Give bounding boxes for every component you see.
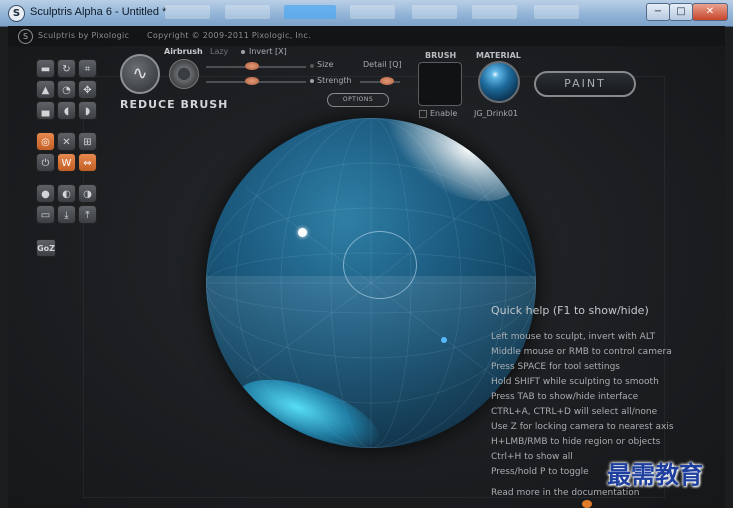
- title-bar[interactable]: S Sculptris Alpha 6 - Untitled * − □ ✕: [0, 0, 733, 27]
- crop-tool-icon[interactable]: ⌗: [78, 59, 97, 78]
- size-slider-knob[interactable]: [245, 62, 259, 70]
- status-indicator: [582, 500, 592, 508]
- airbrush-label: Airbrush: [164, 47, 203, 56]
- material-section-title: MATERIAL: [476, 51, 521, 60]
- quick-help-line: Press SPACE for tool settings: [491, 362, 620, 372]
- maximize-button[interactable]: □: [669, 3, 693, 21]
- sphere-tool-icon[interactable]: ●: [36, 184, 55, 203]
- blue-glint: [441, 337, 447, 343]
- quick-help-line: Use Z for locking camera to nearest axis: [491, 422, 674, 432]
- detail-label: Detail [Q]: [363, 60, 402, 69]
- taskbar-tab[interactable]: [412, 5, 457, 19]
- options-button[interactable]: OPTIONS: [327, 93, 389, 107]
- sculpt-sphere[interactable]: [206, 118, 536, 448]
- grab-tool-icon[interactable]: ◗: [78, 101, 97, 120]
- save-file-icon[interactable]: ⤓: [57, 205, 76, 224]
- wireframe-tool-icon[interactable]: W: [57, 153, 76, 172]
- quick-help-title: Quick help (F1 to show/hide): [491, 304, 649, 317]
- detail-slider-knob[interactable]: [380, 77, 394, 85]
- strength-slider-knob[interactable]: [245, 77, 259, 85]
- paint-button[interactable]: PAINT: [534, 71, 636, 97]
- minimize-button[interactable]: −: [646, 3, 670, 21]
- pinch-tool-icon[interactable]: ◔: [57, 80, 76, 99]
- goz-button[interactable]: GoZ: [36, 239, 56, 257]
- material-preview[interactable]: [478, 61, 520, 103]
- grid-tool-icon[interactable]: ⊞: [78, 132, 97, 151]
- quick-help-line: CTRL+A, CTRL+D will select all/none: [491, 407, 658, 417]
- camera-tool-icon[interactable]: ◑: [78, 184, 97, 203]
- brush-section-title: BRUSH: [425, 51, 457, 60]
- app-window: S Sculptris Alpha 6 - Untitled * − □ ✕ S…: [0, 0, 733, 508]
- size-label: Size: [317, 60, 334, 69]
- taskbar-tab[interactable]: [534, 5, 579, 19]
- inflate-tool-icon[interactable]: ▲: [36, 80, 55, 99]
- invert-bullet: [241, 50, 245, 54]
- pixologic-logo-icon: S: [18, 29, 33, 44]
- quick-help-line: Press TAB to show/hide interface: [491, 392, 639, 402]
- invert-toggle[interactable]: Invert [X]: [249, 47, 287, 56]
- quick-help-line: Hold SHIFT while sculpting to smooth: [491, 377, 659, 387]
- open-file-icon[interactable]: ▭: [36, 205, 55, 224]
- taskbar-tab[interactable]: [472, 5, 517, 19]
- quick-help-line: H+LMB/RMB to hide region or objects: [491, 437, 661, 447]
- quick-help-line: Middle mouse or RMB to control camera: [491, 347, 672, 357]
- brush-name: REDUCE BRUSH: [120, 98, 229, 111]
- copyright-text: Copyright © 2009-2011 Pixologic, Inc.: [147, 31, 311, 40]
- smooth-tool-icon[interactable]: ◖: [57, 101, 76, 120]
- specular-dot: [298, 228, 307, 237]
- brand-text: Sculptris by Pixologic: [38, 31, 130, 40]
- move-tool-icon[interactable]: ✥: [78, 80, 97, 99]
- symmetry-tool-icon[interactable]: ✕: [57, 132, 76, 151]
- close-button[interactable]: ✕: [692, 3, 728, 21]
- strength-bullet: [310, 79, 314, 83]
- app-header: S Sculptris by Pixologic Copyright © 200…: [8, 26, 725, 46]
- quick-help-line: Left mouse to sculpt, invert with ALT: [491, 332, 656, 342]
- reduce-brush-icon[interactable]: ∿: [120, 54, 160, 94]
- sculptris-app-icon: S: [8, 5, 25, 22]
- watermark-text: 最需教育: [607, 461, 703, 489]
- sculpt-viewport[interactable]: ▬ ↻ ⌗ ▲ ◔ ✥ ▄ ◖ ◗ ◎ ✕ ⊞ ⏻ W ⇔ ● ◐ ◑ ▭ ⤓ …: [8, 46, 725, 508]
- enable-checkbox[interactable]: [419, 110, 427, 118]
- export-file-icon[interactable]: ⤒: [78, 205, 97, 224]
- plane-tool-icon[interactable]: ◐: [57, 184, 76, 203]
- rotate-tool-icon[interactable]: ↻: [57, 59, 76, 78]
- lazy-label[interactable]: Lazy: [210, 47, 228, 56]
- brush-cursor-circle: [343, 231, 417, 299]
- taskbar-tab[interactable]: [284, 5, 336, 19]
- airbrush-icon[interactable]: [169, 59, 199, 89]
- brush-texture-preview[interactable]: [418, 62, 462, 106]
- mirror-tool-icon[interactable]: ⇔: [78, 153, 97, 172]
- reduce-tool-icon[interactable]: ◎: [36, 132, 55, 151]
- enable-label: Enable: [430, 109, 458, 118]
- taskbar-tab[interactable]: [225, 5, 270, 19]
- taskbar-tab[interactable]: [165, 5, 210, 19]
- strength-label: Strength: [317, 76, 352, 85]
- material-name: JG_Drink01: [474, 109, 519, 118]
- taskbar-tab[interactable]: [350, 5, 395, 19]
- flatten-tool-icon[interactable]: ▄: [36, 101, 55, 120]
- window-title: Sculptris Alpha 6 - Untitled *: [30, 6, 167, 18]
- draw-tool-icon[interactable]: ▬: [36, 59, 55, 78]
- power-tool-icon[interactable]: ⏻: [36, 153, 55, 172]
- size-bullet: [310, 64, 314, 68]
